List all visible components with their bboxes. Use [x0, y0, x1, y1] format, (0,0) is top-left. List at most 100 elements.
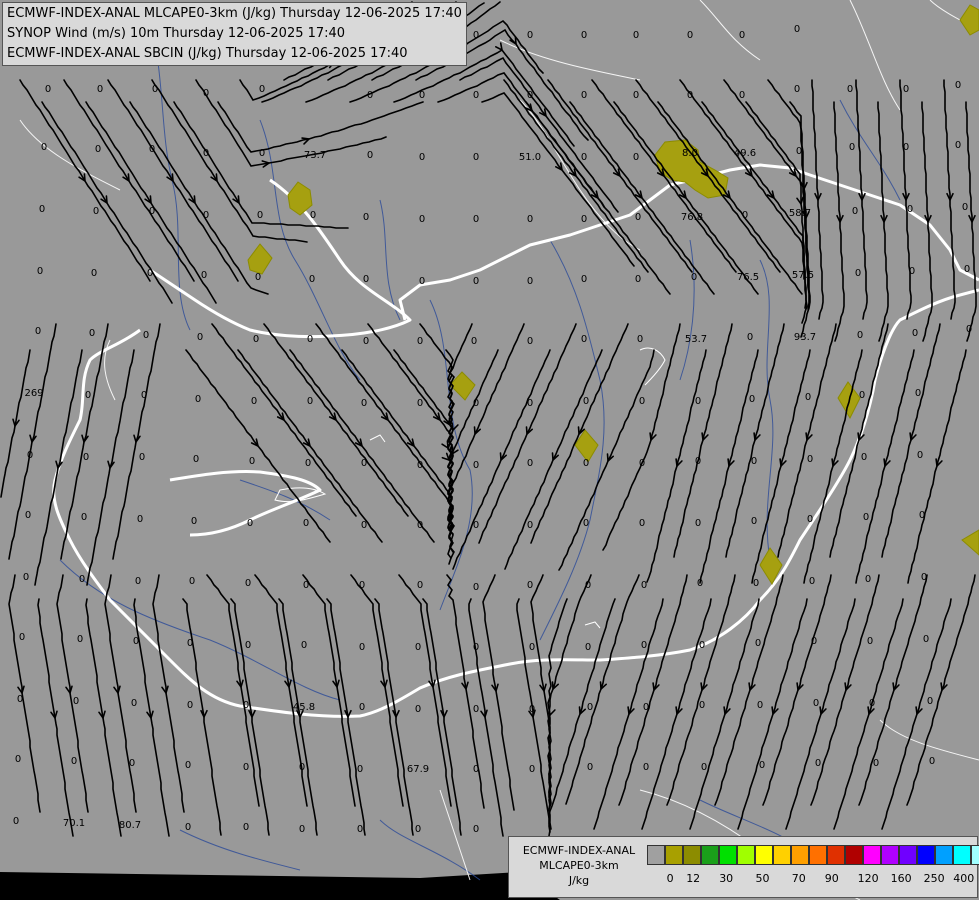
sbcin-value: 0 [367, 90, 373, 101]
sbcin-value: 0 [929, 756, 935, 767]
sbcin-value: 0 [361, 458, 367, 469]
sbcin-value: 0 [527, 520, 533, 531]
map-title-box: ECMWF-INDEX-ANAL MLCAPE0-3km (J/kg) Thur… [2, 2, 467, 66]
sbcin-value: 0 [861, 452, 867, 463]
sbcin-value: 0 [633, 152, 639, 163]
sbcin-value: 0 [699, 700, 705, 711]
sbcin-value: 0 [185, 822, 191, 833]
sbcin-value: 0 [927, 696, 933, 707]
sbcin-value: 0 [139, 452, 145, 463]
sbcin-value: 0 [185, 760, 191, 771]
sbcin-value: 0 [301, 640, 307, 651]
sbcin-value: 0 [915, 388, 921, 399]
sbcin-value: 0 [135, 576, 141, 587]
sbcin-value: 0 [251, 396, 257, 407]
sbcin-value: 0 [303, 580, 309, 591]
sbcin-value: 0 [141, 390, 147, 401]
sbcin-value: 0 [79, 574, 85, 585]
sbcin-value: 0 [245, 640, 251, 651]
sbcin-value: 0 [203, 148, 209, 159]
sbcin-value: 0 [585, 580, 591, 591]
sbcin-value: 0 [97, 84, 103, 95]
sbcin-value: 0 [473, 824, 479, 835]
sbcin-value: 93.7 [794, 332, 816, 343]
sbcin-value: 0 [363, 274, 369, 285]
sbcin-value: 0 [581, 334, 587, 345]
colorbar-swatch [719, 845, 737, 865]
weather-map: 0 0 0 0 0 0 0 0 0 0 0 0 0 0 0 0 0 0 0 0 0 0 0 0 0 0 0 0 0 0 0 73.7 0 0 0 51… [0, 0, 979, 900]
sbcin-value: 70.1 [63, 818, 85, 829]
sbcin-value: 0 [635, 274, 641, 285]
sbcin-value: 0 [143, 330, 149, 341]
sbcin-value: 0 [921, 572, 927, 583]
sbcin-value: 0 [203, 210, 209, 221]
sbcin-value: 58.7 [789, 208, 811, 219]
sbcin-value: 0 [794, 84, 800, 95]
sbcin-value: 0 [305, 458, 311, 469]
sbcin-value: 0 [91, 268, 97, 279]
sbcin-value: 0 [361, 520, 367, 531]
sbcin-value: 0 [907, 204, 913, 215]
sbcin-value: 0 [357, 824, 363, 835]
colorbar-swatch [863, 845, 881, 865]
sbcin-value: 0 [847, 84, 853, 95]
sbcin-value: 0 [419, 214, 425, 225]
sbcin-value: 0 [249, 456, 255, 467]
sbcin-value: 0 [639, 518, 645, 529]
sbcin-value: 0 [471, 336, 477, 347]
sbcin-value: 0 [187, 700, 193, 711]
wind-title: SYNOP Wind (m/s) 10m Thursday 12-06-2025… [7, 26, 346, 41]
sbcin-value: 0 [964, 264, 970, 275]
sbcin-value: 0 [417, 580, 423, 591]
sbcin-value: 0 [41, 142, 47, 153]
sbcin-value: 0 [527, 276, 533, 287]
colorbar-swatch [935, 845, 953, 865]
sbcin-value: 0 [359, 580, 365, 591]
sbcin-value: 0 [473, 152, 479, 163]
sbcin-value: 0 [259, 148, 265, 159]
sbcin-value: 0 [27, 450, 33, 461]
sbcin-value: 0 [201, 270, 207, 281]
sbcin-value: 0 [417, 460, 423, 471]
sbcin-value: 76.8 [681, 212, 703, 223]
sbcin-value: 0 [95, 144, 101, 155]
sbcin-value: 0 [859, 390, 865, 401]
sbcin-value: 0 [805, 392, 811, 403]
sbcin-value: 0 [129, 758, 135, 769]
sbcin-value: 0 [419, 90, 425, 101]
colorbar-tick-label: 90 [824, 872, 839, 885]
sbcin-value: 0 [849, 142, 855, 153]
colorbar-swatch [809, 845, 827, 865]
sbcin-value: 0 [361, 398, 367, 409]
sbcin-value: 57.5 [792, 270, 814, 281]
sbcin-value: 0 [699, 640, 705, 651]
map-edge-shadow [0, 872, 560, 900]
colorbar-swatch [953, 845, 971, 865]
sbcin-value: 0 [473, 460, 479, 471]
sbcin-value: 0 [807, 454, 813, 465]
sbcin-value: 0 [739, 90, 745, 101]
sbcin-value: 0 [527, 580, 533, 591]
sbcin-value: 49.6 [734, 148, 756, 159]
colorbar-swatch [647, 845, 665, 865]
sbcin-value: 0 [245, 578, 251, 589]
sbcin-value: 0 [243, 762, 249, 773]
sbcin-value: 0 [527, 458, 533, 469]
sbcin-value: 0 [695, 456, 701, 467]
sbcin-value: 0 [912, 328, 918, 339]
sbcin-value: 0 [527, 398, 533, 409]
sbcin-value: 0 [473, 764, 479, 775]
sbcin-value: 0 [852, 206, 858, 217]
sbcin-value: 0 [415, 642, 421, 653]
colorbar-swatch [755, 845, 773, 865]
sbcin-value: 0 [83, 452, 89, 463]
mlcape-title: ECMWF-INDEX-ANAL MLCAPE0-3km (J/kg) Thur… [7, 6, 462, 21]
colorbar-tick-label: 120 [857, 872, 879, 885]
sbcin-value: 0 [701, 762, 707, 773]
sbcin-value: 0 [633, 90, 639, 101]
sbcin-value: 8.0 [682, 148, 698, 159]
sbcin-value: 0 [742, 210, 748, 221]
sbcin-value: 0 [583, 458, 589, 469]
sbcin-value: 0 [909, 266, 915, 277]
sbcin-value: 67.9 [407, 764, 429, 775]
